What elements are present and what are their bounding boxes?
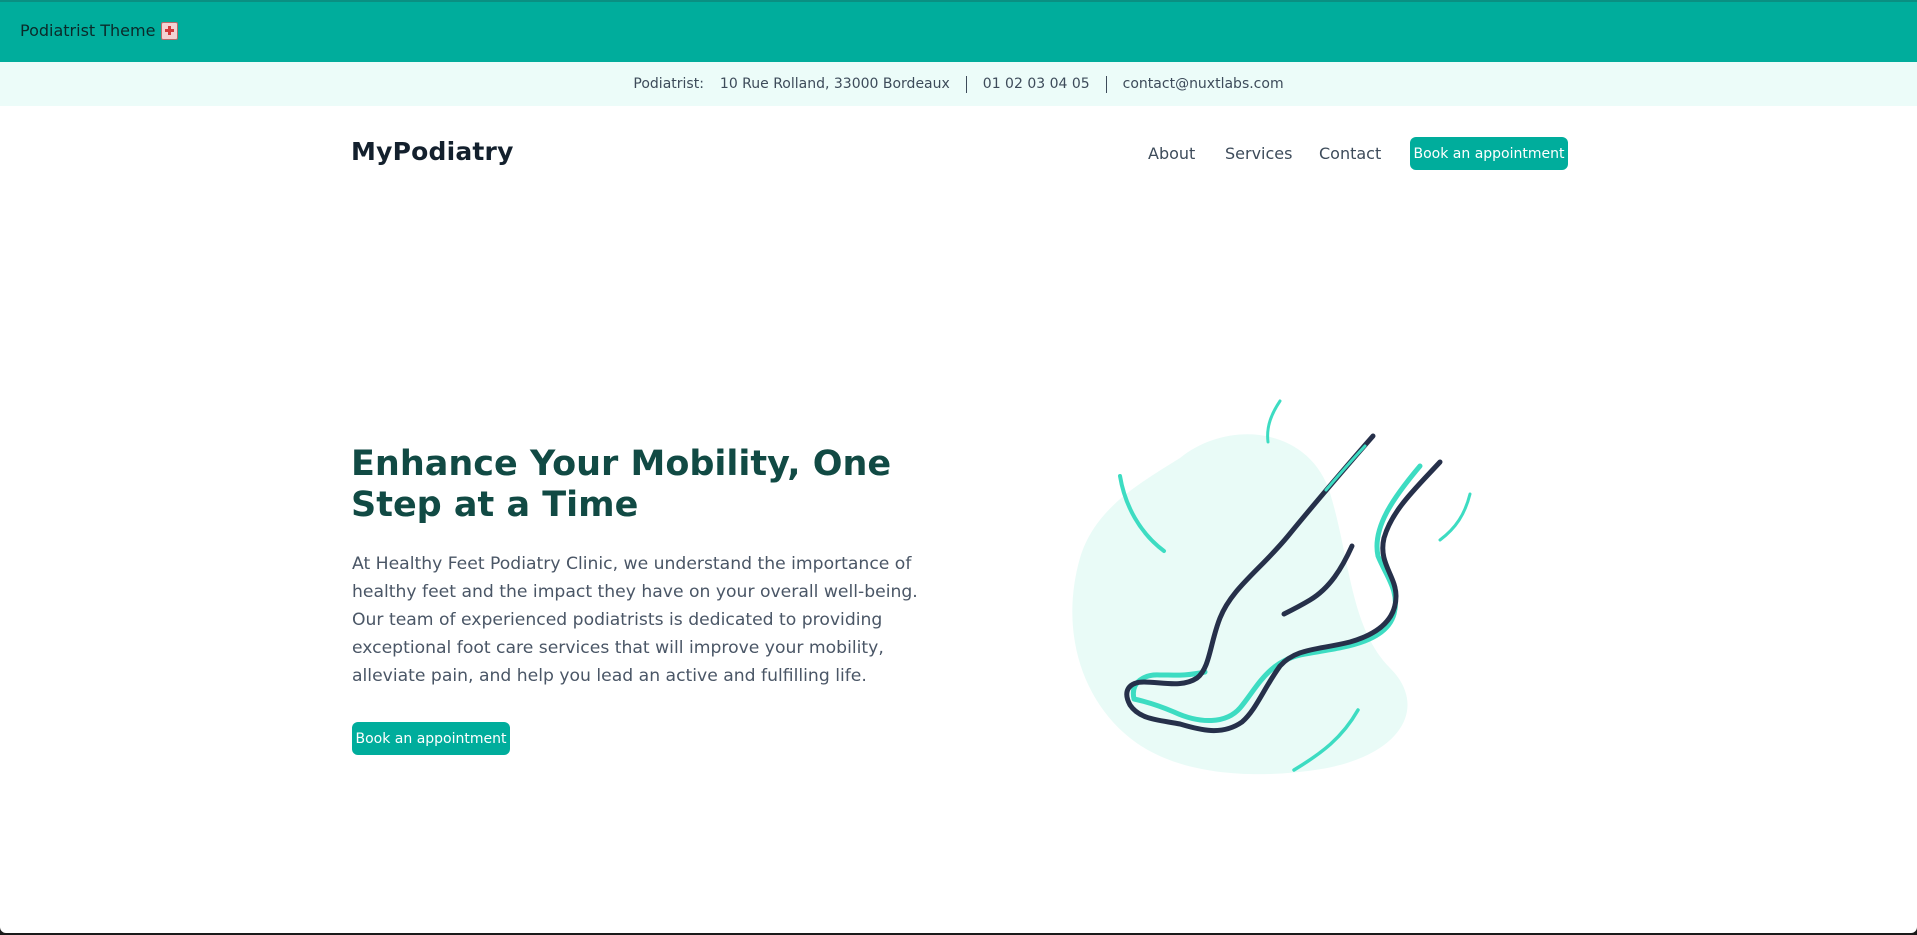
contact-infobar: Podiatrist: 10 Rue Rolland, 33000 Bordea…	[0, 62, 1917, 106]
infobar-phone[interactable]: 01 02 03 04 05	[983, 76, 1090, 92]
infobar-divider	[1105, 75, 1107, 93]
main-navbar: MyPodiatry About Services Contact Book a…	[0, 106, 1917, 202]
app-title-text: Podiatrist Theme	[20, 21, 156, 40]
infobar-divider	[965, 75, 967, 93]
app-titlebar: Podiatrist Theme	[0, 0, 1917, 62]
illustration-accent-stroke	[1438, 492, 1472, 542]
brand-logo[interactable]: MyPodiatry	[351, 137, 514, 166]
illustration-accent-stroke	[1266, 399, 1282, 444]
hospital-icon	[161, 21, 179, 40]
book-appointment-nav-button[interactable]: Book an appointment	[1410, 137, 1568, 170]
infobar-address: 10 Rue Rolland, 33000 Bordeaux	[719, 76, 950, 92]
nav-link-services[interactable]: Services	[1225, 144, 1292, 163]
illustration-accent-stroke	[1324, 444, 1367, 492]
hero-title: Enhance Your Mobility, One Step at a Tim…	[351, 444, 892, 525]
feet-illustration	[1072, 399, 1472, 775]
book-appointment-hero-button[interactable]: Book an appointment	[352, 722, 510, 755]
hero-description: At Healthy Feet Podiatry Clinic, we unde…	[352, 554, 918, 686]
app-title: Podiatrist Theme	[20, 21, 179, 40]
nav-link-contact[interactable]: Contact	[1319, 144, 1381, 163]
browser-window: Podiatrist Theme Podiatrist: 10 Rue Roll…	[0, 0, 1917, 933]
infobar-email[interactable]: contact@nuxtlabs.com	[1123, 76, 1284, 92]
nav-link-about[interactable]: About	[1148, 144, 1195, 163]
infobar-label: Podiatrist:	[633, 76, 704, 92]
